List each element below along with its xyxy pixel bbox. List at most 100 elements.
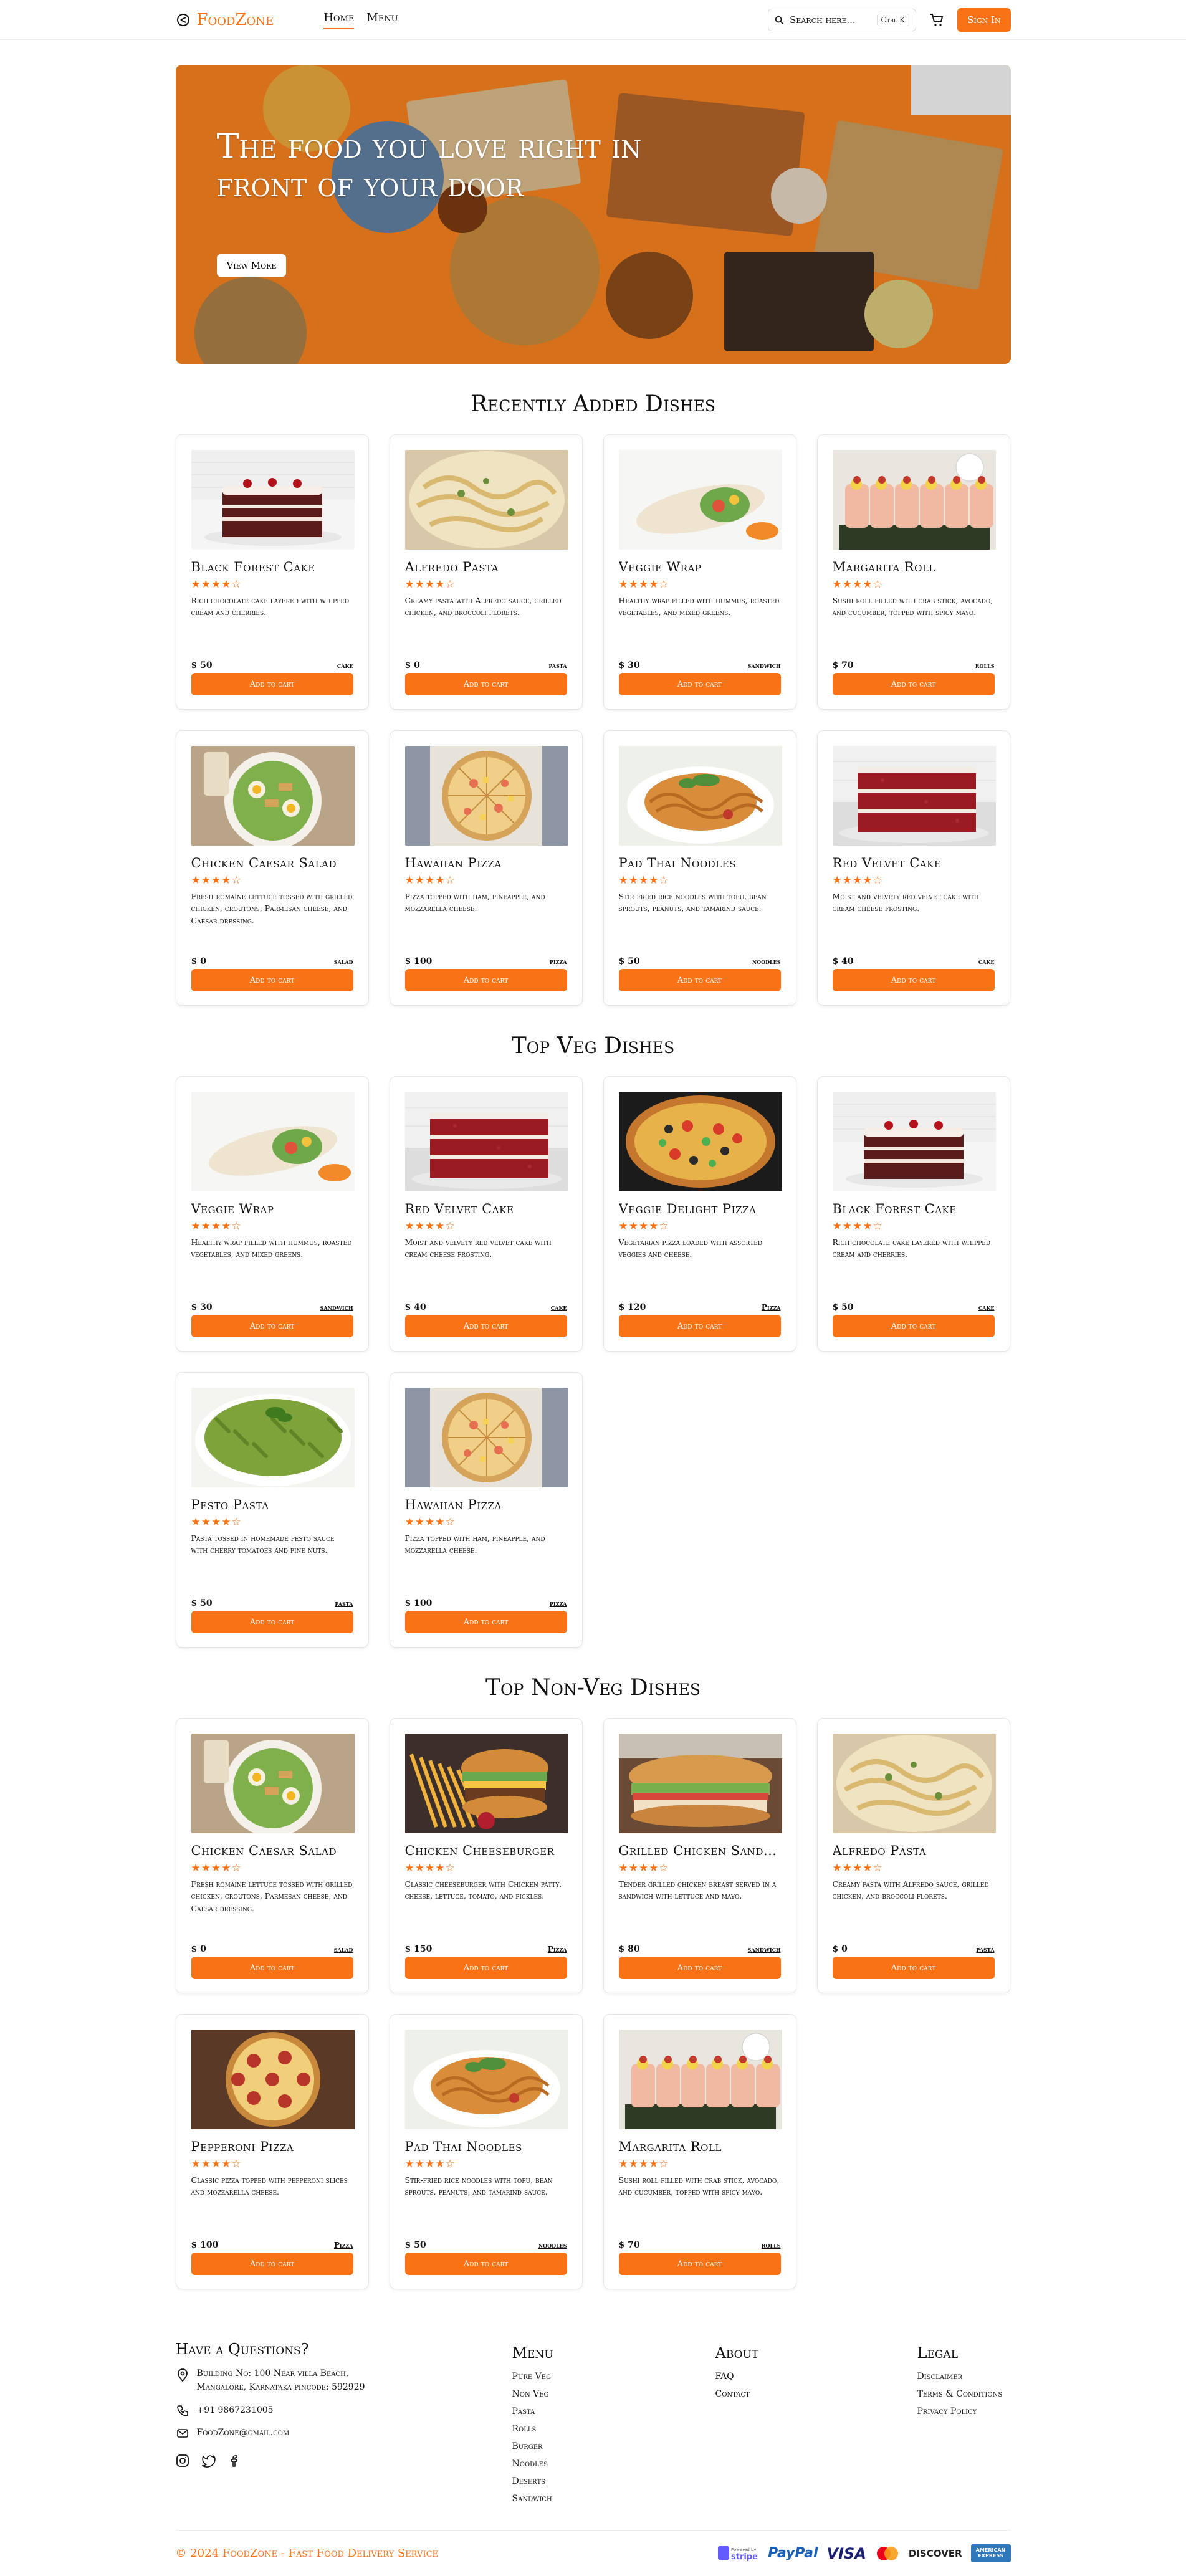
dish-image[interactable] — [404, 1388, 568, 1487]
dish-card[interactable]: Hawaiian Pizza ★★★★☆ Pizza topped with h… — [389, 1372, 583, 1648]
add-to-cart-button[interactable]: Add to cart — [404, 673, 567, 695]
footer-link[interactable]: Non Veg — [512, 2385, 553, 2403]
footer-link[interactable]: Pasta — [512, 2403, 553, 2420]
dish-category[interactable]: cake — [551, 1303, 567, 1312]
dish-image[interactable] — [191, 2030, 355, 2129]
sign-in-button[interactable]: Sign In — [957, 8, 1011, 32]
dish-category[interactable]: cake — [337, 661, 353, 670]
dish-image[interactable] — [404, 1734, 568, 1833]
dish-category[interactable]: pizza — [550, 1599, 567, 1608]
search-box[interactable]: Search here... Ctrl K — [768, 9, 917, 31]
add-to-cart-button[interactable]: Add to cart — [618, 2253, 781, 2275]
dish-card[interactable]: Hawaiian Pizza ★★★★☆ Pizza topped with h… — [389, 730, 583, 1006]
add-to-cart-button[interactable]: Add to cart — [191, 1315, 353, 1337]
dish-card[interactable]: Black Forest Cake ★★★★☆ Rich chocolate c… — [816, 1076, 1010, 1352]
dish-image[interactable] — [618, 746, 782, 846]
footer-link[interactable]: Noodles — [512, 2455, 553, 2473]
dish-card[interactable]: Pepperoni Pizza ★★★★☆ Classic pizza topp… — [175, 2014, 369, 2289]
dish-image[interactable] — [618, 450, 782, 550]
email-text[interactable]: FoodZone@gmail.com — [197, 2426, 290, 2440]
dish-card[interactable]: Chicken Cheeseburger ★★★★☆ Classic chees… — [389, 1718, 583, 1993]
add-to-cart-button[interactable]: Add to cart — [404, 2253, 567, 2275]
dish-category[interactable]: sandwich — [320, 1303, 353, 1312]
footer-link[interactable]: Pure Veg — [512, 2368, 553, 2385]
footer-link[interactable]: Terms & Conditions — [917, 2385, 1003, 2403]
dish-image[interactable] — [191, 746, 355, 846]
dish-card[interactable]: Red Velvet Cake ★★★★☆ Moist and velvety … — [816, 730, 1010, 1006]
dish-card[interactable]: Alfredo Pasta ★★★★☆ Creamy pasta with Al… — [816, 1718, 1010, 1993]
dish-card[interactable]: Chicken Caesar Salad ★★★★☆ Fresh romaine… — [175, 1718, 369, 1993]
add-to-cart-button[interactable]: Add to cart — [404, 1315, 567, 1337]
instagram-icon[interactable] — [176, 2454, 189, 2468]
dish-category[interactable]: cake — [978, 957, 995, 966]
dish-card[interactable]: Grilled Chicken Sand... ★★★★☆ Tender gri… — [603, 1718, 796, 1993]
add-to-cart-button[interactable]: Add to cart — [832, 1315, 995, 1337]
dish-category[interactable]: rolls — [975, 661, 995, 670]
dish-category[interactable]: cake — [978, 1303, 995, 1312]
dish-image[interactable] — [404, 746, 568, 846]
add-to-cart-button[interactable]: Add to cart — [191, 1611, 353, 1633]
add-to-cart-button[interactable]: Add to cart — [618, 1957, 781, 1979]
dish-card[interactable]: Pad Thai Noodles ★★★★☆ Stir-fried rice n… — [389, 2014, 583, 2289]
dish-card[interactable]: Veggie Wrap ★★★★☆ Healthy wrap filled wi… — [175, 1076, 369, 1352]
footer-link[interactable]: Burger — [512, 2438, 553, 2455]
add-to-cart-button[interactable]: Add to cart — [404, 1611, 567, 1633]
add-to-cart-button[interactable]: Add to cart — [191, 2253, 353, 2275]
logo[interactable]: FoodZone — [176, 11, 274, 29]
dish-card[interactable]: Margarita Roll ★★★★☆ Sushi roll filled w… — [603, 2014, 796, 2289]
footer-link[interactable]: Deserts — [512, 2473, 553, 2490]
add-to-cart-button[interactable]: Add to cart — [618, 1315, 781, 1337]
add-to-cart-button[interactable]: Add to cart — [191, 1957, 353, 1979]
dish-category[interactable]: rolls — [762, 2241, 781, 2249]
dish-image[interactable] — [191, 1734, 355, 1833]
dish-category[interactable]: Pizza — [548, 1945, 567, 1953]
dish-image[interactable] — [404, 2030, 568, 2129]
add-to-cart-button[interactable]: Add to cart — [832, 673, 995, 695]
dish-image[interactable] — [618, 1734, 782, 1833]
view-more-button[interactable]: View More — [216, 254, 287, 277]
dish-category[interactable]: salad — [334, 957, 353, 966]
phone-text[interactable]: +91 9867231005 — [197, 2403, 274, 2417]
dish-card[interactable]: Pad Thai Noodles ★★★★☆ Stir-fried rice n… — [603, 730, 796, 1006]
add-to-cart-button[interactable]: Add to cart — [191, 673, 353, 695]
add-to-cart-button[interactable]: Add to cart — [618, 969, 781, 991]
dish-image[interactable] — [832, 450, 996, 550]
add-to-cart-button[interactable]: Add to cart — [832, 1957, 995, 1979]
cart-button[interactable] — [927, 11, 946, 29]
dish-category[interactable]: noodles — [752, 957, 781, 966]
footer-link[interactable]: Contact — [715, 2385, 759, 2403]
dish-category[interactable]: sandwich — [748, 1945, 781, 1953]
dish-image[interactable] — [191, 1092, 355, 1191]
dish-category[interactable]: pizza — [550, 957, 567, 966]
dish-card[interactable]: Veggie Wrap ★★★★☆ Healthy wrap filled wi… — [603, 434, 796, 710]
dish-card[interactable]: Margarita Roll ★★★★☆ Sushi roll filled w… — [816, 434, 1010, 710]
nav-menu[interactable]: Menu — [366, 11, 398, 29]
dish-category[interactable]: noodles — [538, 2241, 567, 2249]
dish-image[interactable] — [404, 450, 568, 550]
footer-link[interactable]: Sandwich — [512, 2490, 553, 2507]
dish-image[interactable] — [191, 450, 355, 550]
twitter-icon[interactable] — [201, 2454, 216, 2468]
dish-image[interactable] — [832, 1092, 996, 1191]
dish-category[interactable]: Pizza — [334, 2241, 353, 2249]
add-to-cart-button[interactable]: Add to cart — [404, 969, 567, 991]
dish-image[interactable] — [191, 1388, 355, 1487]
add-to-cart-button[interactable]: Add to cart — [404, 1957, 567, 1979]
add-to-cart-button[interactable]: Add to cart — [191, 969, 353, 991]
dish-category[interactable]: pasta — [976, 1945, 994, 1953]
dish-card[interactable]: Alfredo Pasta ★★★★☆ Creamy pasta with Al… — [389, 434, 583, 710]
footer-link[interactable]: Disclaimer — [917, 2368, 1003, 2385]
dish-image[interactable] — [832, 1734, 996, 1833]
dish-category[interactable]: salad — [334, 1945, 353, 1953]
dish-card[interactable]: Pesto Pasta ★★★★☆ Pasta tossed in homema… — [175, 1372, 369, 1648]
facebook-icon[interactable] — [228, 2454, 242, 2468]
dish-card[interactable]: Red Velvet Cake ★★★★☆ Moist and velvety … — [389, 1076, 583, 1352]
add-to-cart-button[interactable]: Add to cart — [832, 969, 995, 991]
dish-category[interactable]: Pizza — [762, 1303, 781, 1312]
dish-category[interactable]: pasta — [335, 1599, 353, 1608]
dish-image[interactable] — [832, 746, 996, 846]
dish-card[interactable]: Veggie Delight Pizza ★★★★☆ Vegetarian pi… — [603, 1076, 796, 1352]
dish-category[interactable]: sandwich — [748, 661, 781, 670]
dish-image[interactable] — [618, 2030, 782, 2129]
dish-image[interactable] — [618, 1092, 782, 1191]
